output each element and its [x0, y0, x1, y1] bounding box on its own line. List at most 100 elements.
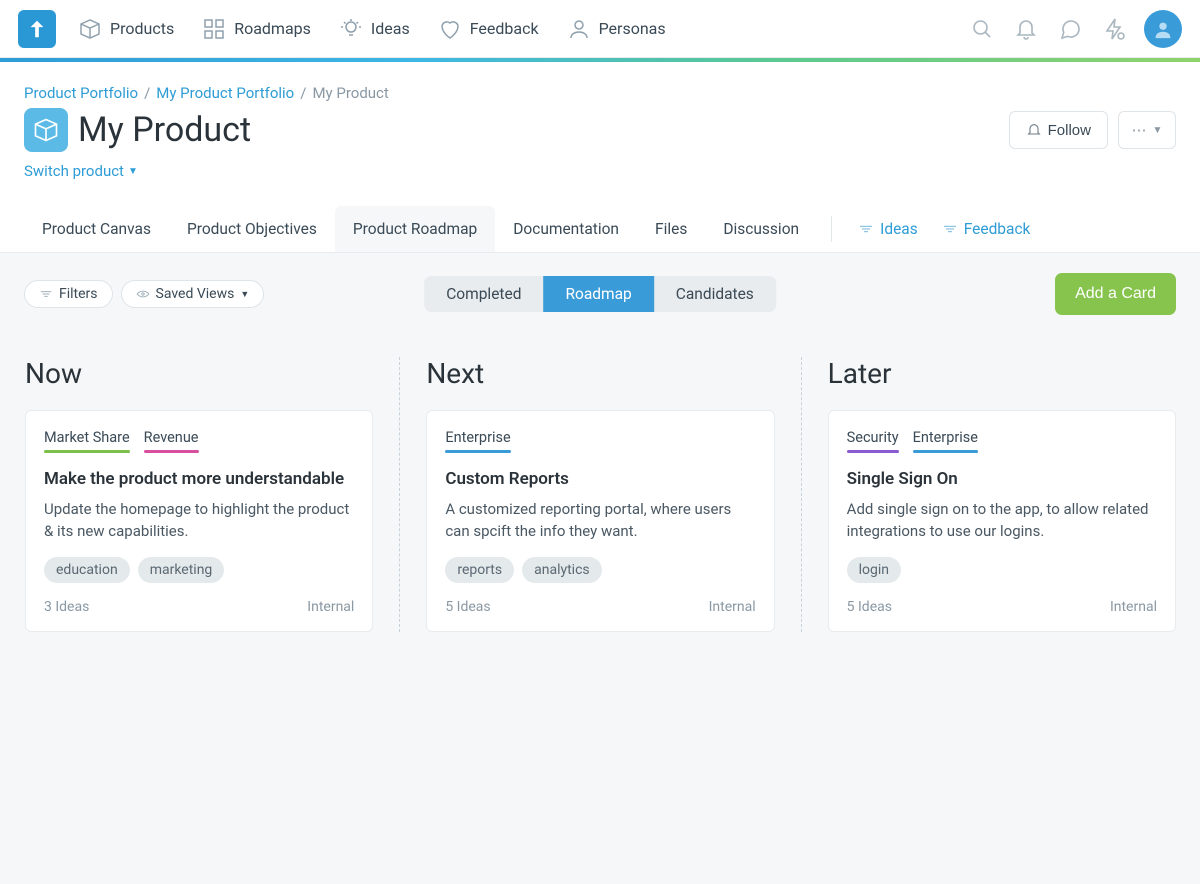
tab-link-label: Ideas [880, 220, 918, 238]
tag[interactable]: login [847, 557, 901, 583]
roadmap-card[interactable]: Security Enterprise Single Sign On Add s… [828, 410, 1176, 632]
tab-product-canvas[interactable]: Product Canvas [24, 206, 169, 252]
nav-label: Personas [599, 19, 666, 38]
filter-icon [39, 288, 53, 300]
card-ideas-count: 5 Ideas [847, 599, 892, 615]
grid-icon [202, 17, 226, 41]
box-icon [32, 116, 60, 144]
bell-icon [1014, 17, 1038, 41]
card-tags: login [847, 557, 1157, 583]
add-card-button[interactable]: Add a Card [1055, 273, 1176, 315]
heart-icon [438, 17, 462, 41]
tag[interactable]: analytics [522, 557, 602, 583]
label-underline [913, 450, 978, 453]
tabs-row: Product Canvas Product Objectives Produc… [0, 206, 1200, 253]
more-button[interactable]: ⋯ ▼ [1118, 111, 1176, 149]
label-text: Security [847, 429, 899, 446]
tab-product-roadmap[interactable]: Product Roadmap [335, 206, 495, 252]
card-visibility: Internal [1110, 599, 1157, 615]
chat-button[interactable] [1056, 15, 1084, 43]
label-text: Enterprise [913, 429, 978, 446]
view-segments: Completed Roadmap Candidates [424, 276, 776, 312]
tab-link-feedback[interactable]: Feedback [930, 206, 1043, 252]
roadmap-columns: Now Market Share Revenue Make the produc… [24, 357, 1176, 632]
label-text: Revenue [144, 429, 199, 446]
label-text: Enterprise [445, 429, 510, 446]
breadcrumb-current: My Product [312, 84, 388, 102]
tab-product-objectives[interactable]: Product Objectives [169, 206, 335, 252]
follow-button[interactable]: Follow [1009, 111, 1108, 149]
card-labels: Security Enterprise [847, 429, 1157, 453]
tab-discussion[interactable]: Discussion [705, 206, 817, 252]
board-area: Filters Saved Views ▼ Completed Roadmap … [0, 253, 1200, 884]
nav-label: Products [110, 19, 174, 38]
tab-documentation[interactable]: Documentation [495, 206, 637, 252]
nav-label: Ideas [371, 19, 410, 38]
breadcrumb-sep: / [300, 84, 306, 102]
nav-ideas[interactable]: Ideas [339, 17, 410, 41]
switch-label: Switch product [24, 162, 124, 180]
card-ideas-count: 5 Ideas [445, 599, 490, 615]
nav-roadmaps[interactable]: Roadmaps [202, 17, 311, 41]
card-label: Enterprise [913, 429, 978, 453]
nav-personas[interactable]: Personas [567, 17, 666, 41]
breadcrumb-mid[interactable]: My Product Portfolio [156, 84, 294, 102]
segment-completed[interactable]: Completed [424, 276, 543, 312]
toolbar: Filters Saved Views ▼ Completed Roadmap … [24, 273, 1176, 315]
tab-files[interactable]: Files [637, 206, 705, 252]
tab-separator [831, 216, 832, 242]
search-button[interactable] [968, 15, 996, 43]
card-tags: education marketing [44, 557, 354, 583]
user-avatar[interactable] [1144, 10, 1182, 48]
activity-button[interactable] [1100, 15, 1128, 43]
avatar-icon [1152, 18, 1174, 40]
saved-views-label: Saved Views [156, 286, 235, 302]
dots-icon: ⋯ [1132, 121, 1147, 139]
card-tags: reports analytics [445, 557, 755, 583]
lightbulb-icon [339, 17, 363, 41]
label-underline [144, 450, 199, 453]
card-footer: 5 Ideas Internal [847, 599, 1157, 615]
tab-link-ideas[interactable]: Ideas [846, 206, 930, 252]
filters-label: Filters [59, 286, 98, 302]
card-labels: Enterprise [445, 429, 755, 453]
tag[interactable]: education [44, 557, 130, 583]
switch-product-link[interactable]: Switch product ▼ [24, 162, 138, 180]
nav-label: Roadmaps [234, 19, 311, 38]
tag[interactable]: reports [445, 557, 514, 583]
arrow-up-icon [26, 18, 48, 40]
label-underline [445, 450, 510, 453]
roadmap-card[interactable]: Market Share Revenue Make the product mo… [25, 410, 373, 632]
card-footer: 5 Ideas Internal [445, 599, 755, 615]
nav-label: Feedback [470, 19, 539, 38]
column-next: Next Enterprise Custom Reports A customi… [399, 357, 774, 632]
nav-right [968, 10, 1182, 48]
lightning-icon [1102, 17, 1126, 41]
nav-feedback[interactable]: Feedback [438, 17, 539, 41]
follow-label: Follow [1048, 122, 1091, 139]
card-label: Market Share [44, 429, 130, 453]
caret-down-icon: ▼ [128, 166, 138, 177]
breadcrumb-root[interactable]: Product Portfolio [24, 84, 138, 102]
roadmap-card[interactable]: Enterprise Custom Reports A customized r… [426, 410, 774, 632]
saved-views-pill[interactable]: Saved Views ▼ [121, 280, 265, 308]
box-icon [78, 17, 102, 41]
card-title: Custom Reports [445, 469, 755, 489]
caret-down-icon: ▼ [1153, 125, 1163, 136]
column-title: Next [426, 357, 774, 390]
tag[interactable]: marketing [138, 557, 225, 583]
title-row: My Product Follow ⋯ ▼ [24, 108, 1176, 152]
product-icon [24, 108, 68, 152]
card-desc: A customized reporting portal, where use… [445, 499, 755, 543]
nav-products[interactable]: Products [78, 17, 174, 41]
filters-pill[interactable]: Filters [24, 280, 113, 308]
app-logo[interactable] [18, 10, 56, 48]
card-label: Enterprise [445, 429, 510, 453]
top-nav: Products Roadmaps Ideas Feedback Persona… [0, 0, 1200, 58]
notifications-button[interactable] [1012, 15, 1040, 43]
segment-candidates[interactable]: Candidates [654, 276, 776, 312]
card-title: Make the product more understandable [44, 469, 354, 489]
breadcrumb-sep: / [144, 84, 150, 102]
label-underline [847, 450, 899, 453]
segment-roadmap[interactable]: Roadmap [543, 276, 653, 312]
